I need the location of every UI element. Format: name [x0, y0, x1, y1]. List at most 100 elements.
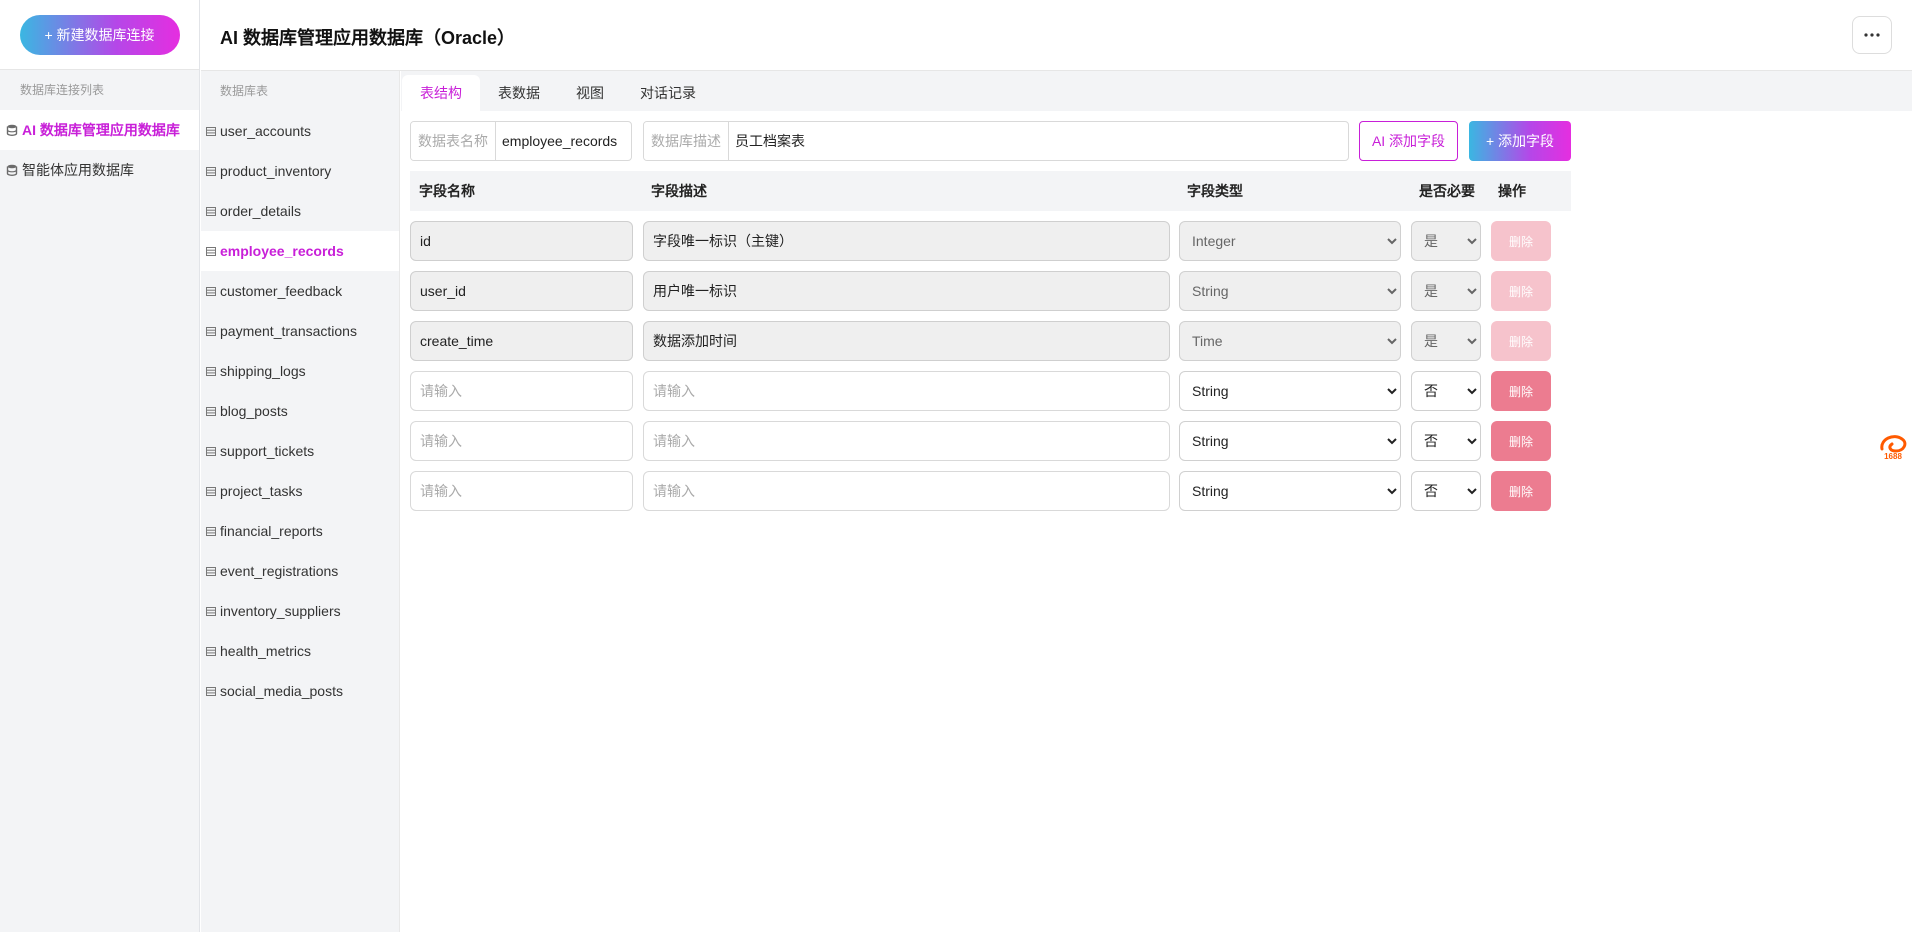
- table-desc-group: 数据库描述: [643, 121, 1349, 161]
- table-item[interactable]: blog_posts: [201, 391, 399, 431]
- field-required-select[interactable]: 是否: [1411, 421, 1481, 461]
- database-icon: [6, 124, 18, 136]
- delete-field-button[interactable]: 删除: [1491, 221, 1551, 261]
- field-rows: IntegerStringTime是否删除IntegerStringTime是否…: [410, 211, 1571, 511]
- field-desc-input[interactable]: [643, 271, 1170, 311]
- table-item[interactable]: health_metrics: [201, 631, 399, 671]
- field-name-input[interactable]: [410, 271, 633, 311]
- ai-add-field-button[interactable]: AI 添加字段: [1359, 121, 1458, 161]
- connection-sidebar: + 新建数据库连接 数据库连接列表 AI 数据库管理应用数据库 智能体应用数据库: [0, 0, 200, 932]
- table-icon: [206, 446, 216, 456]
- delete-field-button[interactable]: 删除: [1491, 271, 1551, 311]
- field-table: 字段名称 字段描述 字段类型 是否必要 操作 IntegerStringTime…: [410, 171, 1571, 511]
- add-field-button[interactable]: + 添加字段: [1469, 121, 1571, 161]
- delete-field-button[interactable]: 删除: [1491, 371, 1551, 411]
- connection-label: 智能体应用数据库: [22, 162, 134, 178]
- tab-chat-history[interactable]: 对话记录: [622, 75, 714, 111]
- float-1688-widget[interactable]: 1688: [1874, 425, 1912, 467]
- field-desc-input[interactable]: [643, 321, 1170, 361]
- table-icon: [206, 606, 216, 616]
- header-action: 操作: [1498, 183, 1526, 199]
- field-required-select[interactable]: 是否: [1411, 471, 1481, 511]
- table-items: user_accounts product_inventory order_deta…: [201, 111, 399, 711]
- table-icon: [206, 326, 216, 336]
- field-required-select[interactable]: 是否: [1411, 271, 1481, 311]
- field-type-select[interactable]: IntegerStringTime: [1179, 271, 1401, 311]
- table-item-label: employee_records: [220, 243, 344, 259]
- field-name-input[interactable]: [410, 221, 633, 261]
- table-item[interactable]: employee_records: [201, 231, 399, 271]
- more-options-button[interactable]: [1852, 16, 1892, 54]
- table-item-label: event_registrations: [220, 563, 339, 579]
- tab-view[interactable]: 视图: [558, 75, 622, 111]
- connection-item-ai-db[interactable]: AI 数据库管理应用数据库: [0, 110, 199, 150]
- delete-field-button[interactable]: 删除: [1491, 321, 1551, 361]
- table-icon: [206, 246, 216, 256]
- table-item-label: inventory_suppliers: [220, 603, 341, 619]
- new-connection-button[interactable]: + 新建数据库连接: [19, 14, 180, 55]
- table-item[interactable]: financial_reports: [201, 511, 399, 551]
- table-item[interactable]: shipping_logs: [201, 351, 399, 391]
- sidebar-top: + 新建数据库连接: [0, 0, 199, 70]
- table-item[interactable]: project_tasks: [201, 471, 399, 511]
- table-item[interactable]: customer_feedback: [201, 271, 399, 311]
- table-desc-input[interactable]: [729, 122, 1329, 160]
- widget-label: 1688: [1884, 452, 1902, 461]
- header-field-name: 字段名称: [419, 183, 475, 199]
- table-toolbar: 数据表名称 数据库描述 AI 添加字段 + 添加字段: [410, 121, 1580, 161]
- main-content: 表结构 表数据 视图 对话记录 数据表名称 数据库描述 AI 添加字段 + 添加…: [401, 71, 1912, 932]
- connection-list-label: 数据库连接列表: [20, 83, 105, 97]
- field-type-select[interactable]: IntegerStringTime: [1179, 421, 1401, 461]
- table-icon: [206, 206, 216, 216]
- 1688-logo-icon: 1688: [1880, 435, 1907, 461]
- field-type-select[interactable]: IntegerStringTime: [1179, 321, 1401, 361]
- table-item-label: health_metrics: [220, 643, 312, 659]
- field-row: IntegerStringTime是否删除: [410, 461, 1571, 511]
- field-desc-input[interactable]: [643, 221, 1170, 261]
- page-title: AI 数据库管理应用数据库（Oracle）: [220, 28, 516, 48]
- table-icon: [206, 686, 216, 696]
- table-item-label: product_inventory: [220, 163, 332, 179]
- field-row: IntegerStringTime是否删除: [410, 411, 1571, 461]
- table-item[interactable]: product_inventory: [201, 151, 399, 191]
- delete-field-button[interactable]: 删除: [1491, 471, 1551, 511]
- field-required-select[interactable]: 是否: [1411, 221, 1481, 261]
- table-icon: [206, 406, 216, 416]
- table-list-label: 数据库表: [220, 84, 269, 98]
- field-required-select[interactable]: 是否: [1411, 371, 1481, 411]
- field-desc-input[interactable]: [643, 421, 1170, 461]
- table-name-input[interactable]: [496, 122, 626, 160]
- header-field-desc: 字段描述: [651, 183, 707, 199]
- field-required-select[interactable]: 是否: [1411, 321, 1481, 361]
- header-required: 是否必要: [1419, 183, 1475, 199]
- table-item[interactable]: payment_transactions: [201, 311, 399, 351]
- delete-field-button[interactable]: 删除: [1491, 421, 1551, 461]
- field-row: IntegerStringTime是否删除: [410, 261, 1571, 311]
- tab-structure[interactable]: 表结构: [402, 75, 480, 111]
- table-icon: [206, 566, 216, 576]
- table-item[interactable]: event_registrations: [201, 551, 399, 591]
- table-item[interactable]: order_details: [201, 191, 399, 231]
- table-item-label: social_media_posts: [220, 683, 343, 699]
- table-item[interactable]: user_accounts: [201, 111, 399, 151]
- table-item-label: support_tickets: [220, 443, 315, 459]
- field-name-input[interactable]: [410, 471, 633, 511]
- field-desc-input[interactable]: [643, 371, 1170, 411]
- field-type-select[interactable]: IntegerStringTime: [1179, 371, 1401, 411]
- table-name-label: 数据表名称: [411, 122, 496, 160]
- field-row: IntegerStringTime是否删除: [410, 361, 1571, 411]
- field-type-select[interactable]: IntegerStringTime: [1179, 471, 1401, 511]
- table-item[interactable]: social_media_posts: [201, 671, 399, 711]
- field-desc-input[interactable]: [643, 471, 1170, 511]
- field-name-input[interactable]: [410, 421, 633, 461]
- field-name-input[interactable]: [410, 321, 633, 361]
- field-type-select[interactable]: IntegerStringTime: [1179, 221, 1401, 261]
- table-desc-label: 数据库描述: [644, 122, 729, 160]
- tab-data[interactable]: 表数据: [480, 75, 558, 111]
- table-item-label: blog_posts: [220, 403, 288, 419]
- table-item[interactable]: support_tickets: [201, 431, 399, 471]
- field-name-input[interactable]: [410, 371, 633, 411]
- field-row: IntegerStringTime是否删除: [410, 311, 1571, 361]
- connection-item-agent-db[interactable]: 智能体应用数据库: [0, 150, 199, 190]
- table-item[interactable]: inventory_suppliers: [201, 591, 399, 631]
